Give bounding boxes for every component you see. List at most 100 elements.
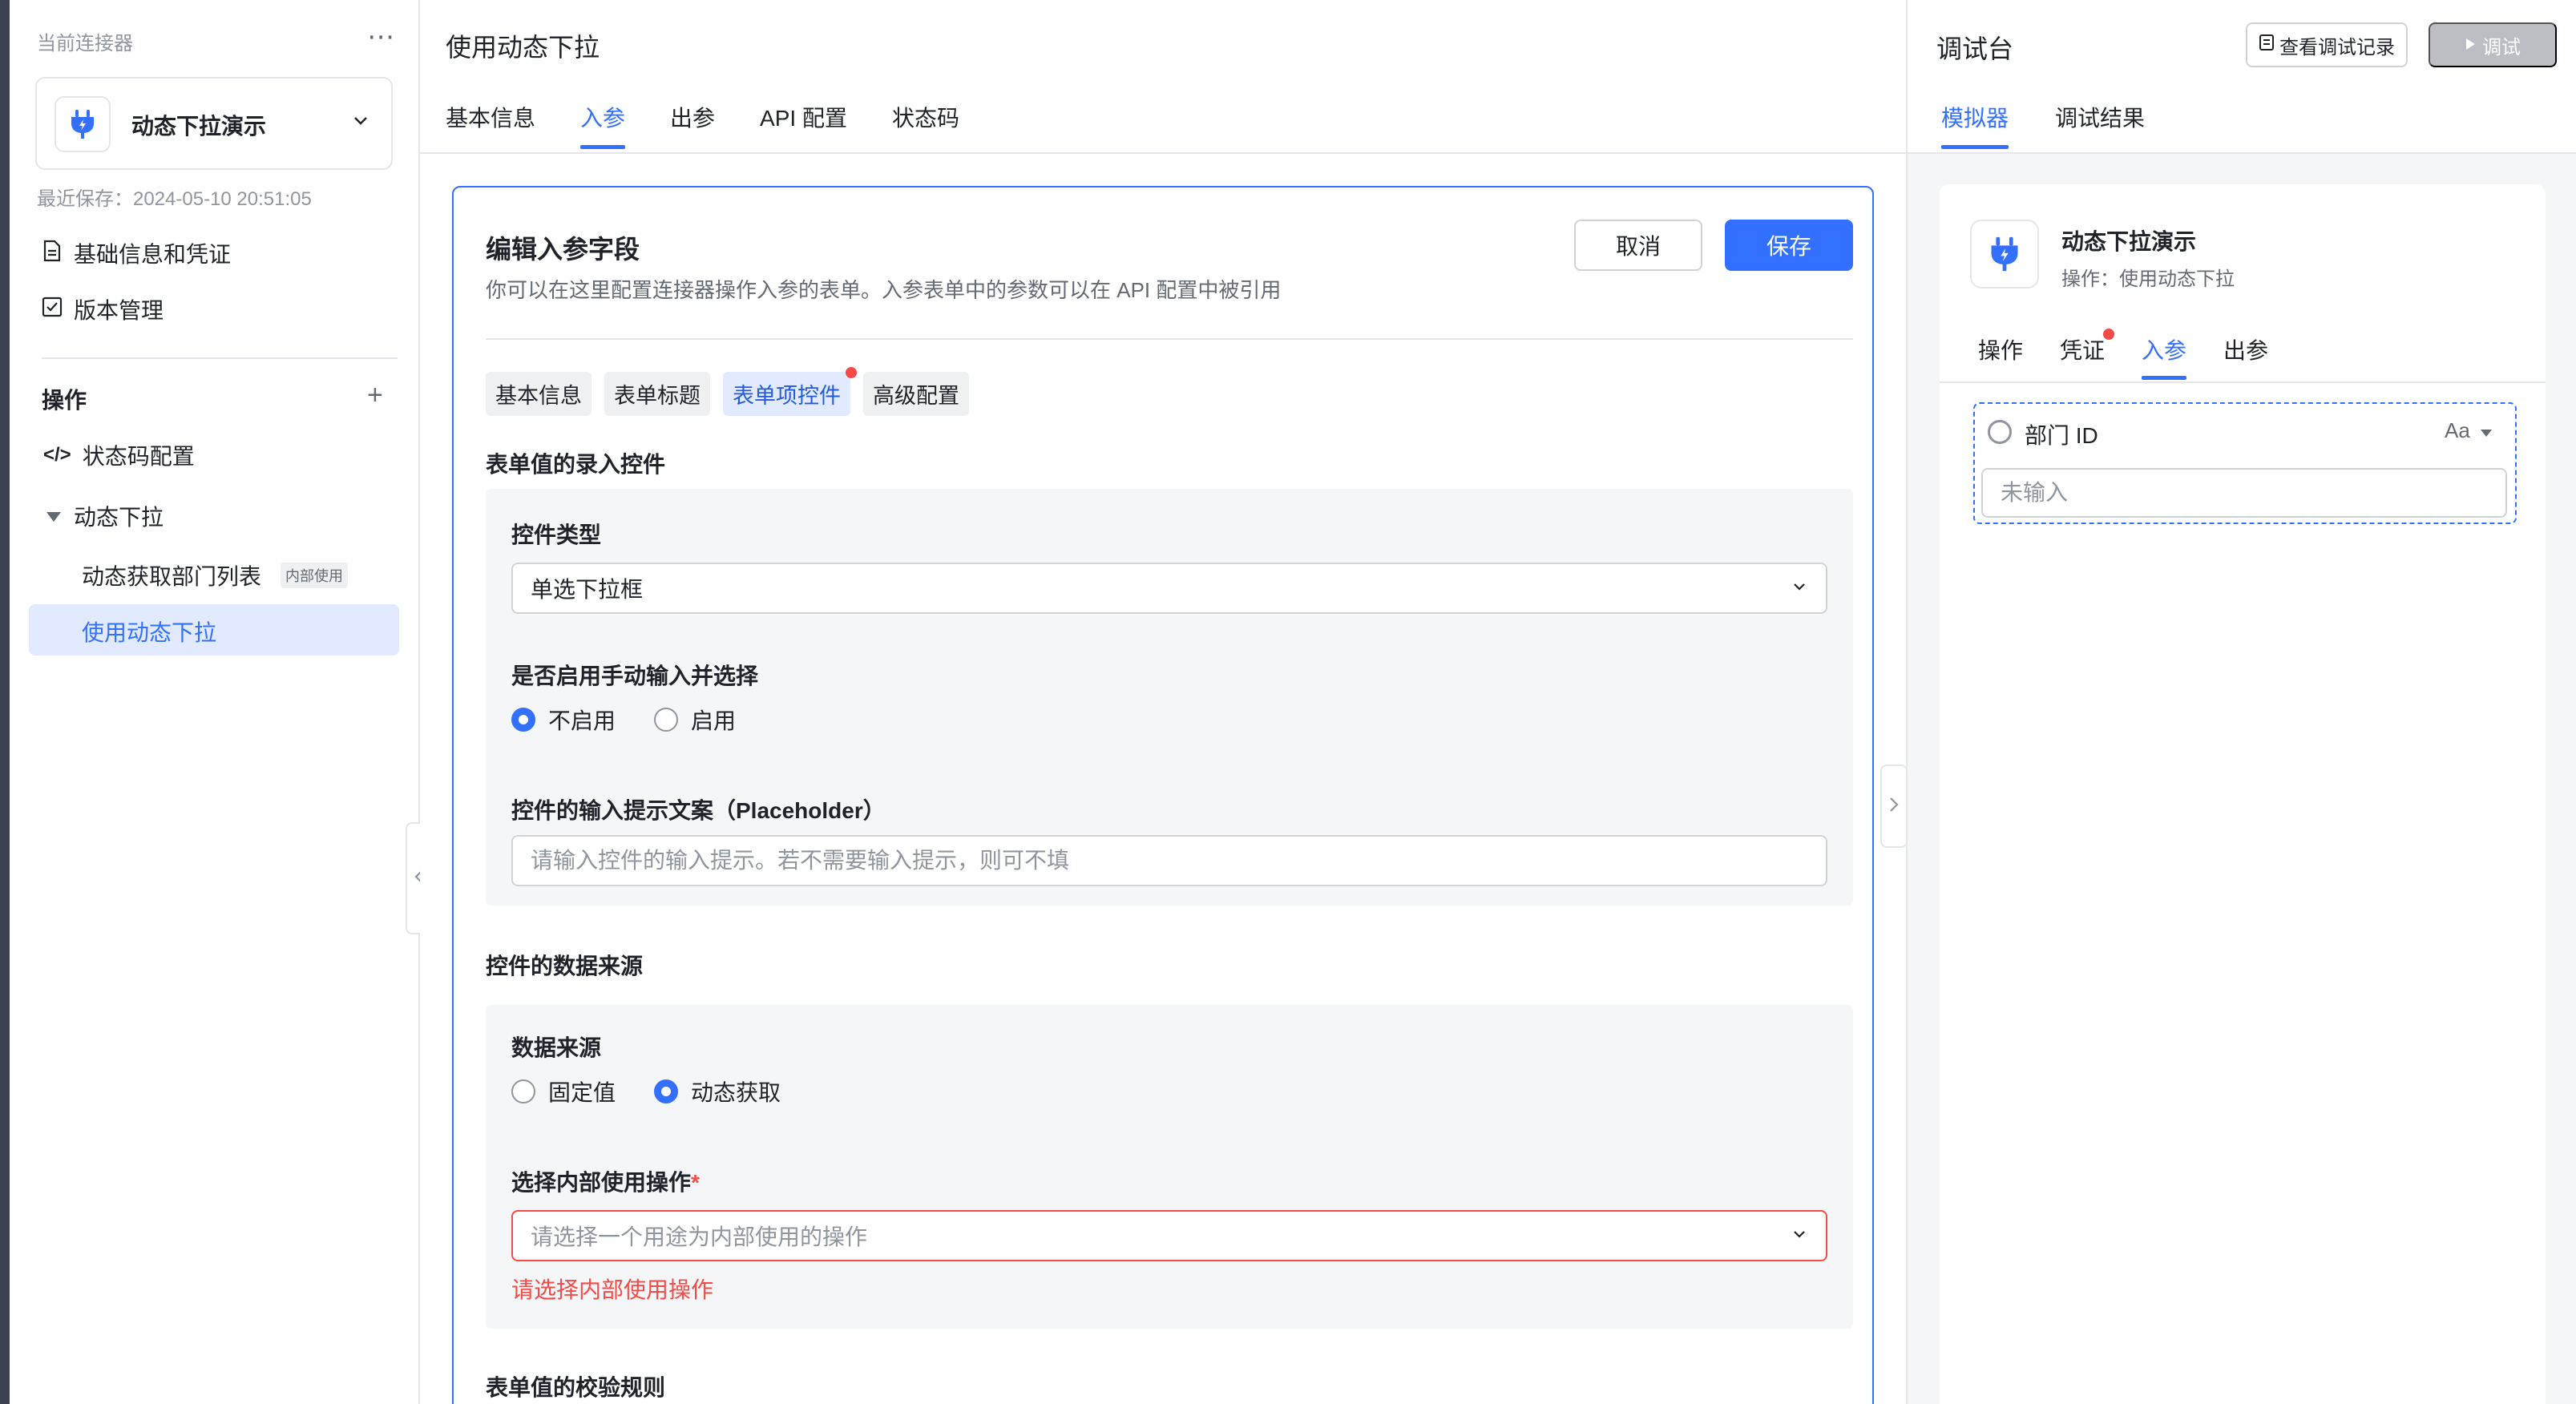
editor-description: 你可以在这里配置连接器操作入参的表单。入参表单中的参数可以在 API 配置中被引… — [486, 278, 1282, 302]
chip-form-control[interactable]: 表单项控件 — [723, 367, 857, 416]
control-panel: 控件类型 单选下拉框 是否启用手动输入并选择 不启用 启用 控件的输入提示文案（… — [486, 489, 1853, 906]
editor-chips: 基本信息 表单标题 表单项控件 高级配置 — [486, 367, 969, 416]
tab-input-params[interactable]: 入参 — [580, 101, 626, 149]
caret-down-icon — [2480, 418, 2493, 443]
sidebar-item-status-code[interactable]: </> 状态码配置 — [43, 439, 195, 471]
radio-label: 固定值 — [548, 1080, 616, 1105]
main-divider — [420, 152, 1906, 154]
data-source-section-title: 控件的数据来源 — [486, 954, 644, 978]
operations-title: 操作 — [42, 388, 87, 413]
chevron-right-icon — [1888, 796, 1900, 817]
sidebar-item-label: 动态下拉 — [74, 505, 164, 530]
radio-unchecked-icon — [654, 708, 679, 732]
placeholder-input[interactable] — [511, 835, 1827, 886]
chip-advanced[interactable]: 高级配置 — [863, 372, 969, 416]
data-source-radio-group: 固定值 动态获取 — [511, 1075, 781, 1107]
chip-form-title[interactable]: 表单标题 — [604, 372, 710, 416]
internal-operation-error: 请选择内部使用操作 — [511, 1277, 714, 1302]
editor-title: 编辑入参字段 — [486, 235, 640, 264]
required-mark: * — [691, 1170, 700, 1195]
chevron-down-icon — [1791, 575, 1808, 601]
run-debug-label: 调试 — [2482, 36, 2521, 58]
collapse-debug-handle[interactable] — [1880, 765, 1908, 848]
play-icon — [2465, 34, 2476, 56]
control-type-label: 控件类型 — [511, 522, 602, 547]
simulator-card: 动态下拉演示 操作：使用动态下拉 操作 凭证 入参 出参 部门 ID Aa — [1940, 184, 2546, 1404]
connector-selector[interactable]: 动态下拉演示 — [35, 77, 393, 170]
tab-status-code[interactable]: 状态码 — [892, 101, 959, 133]
sidebar-item-label: 使用动态下拉 — [82, 620, 217, 645]
manual-input-radio-group: 不启用 启用 — [511, 704, 736, 736]
param-value-input[interactable] — [1981, 468, 2507, 518]
tab-debug-result[interactable]: 调试结果 — [2055, 101, 2145, 133]
chevron-down-icon — [1791, 1223, 1808, 1249]
sim-tab-output[interactable]: 出参 — [2223, 333, 2268, 365]
sim-tab-label: 凭证 — [2060, 338, 2106, 363]
param-editor: 编辑入参字段 你可以在这里配置连接器操作入参的表单。入参表单中的参数可以在 AP… — [452, 186, 1874, 1404]
add-operation-icon[interactable]: + — [367, 380, 383, 411]
more-icon[interactable]: ⋯ — [367, 21, 396, 53]
internal-use-badge: 内部使用 — [281, 563, 349, 588]
history-icon — [2259, 34, 2275, 57]
data-source-panel: 数据来源 固定值 动态获取 选择内部使用操作* 请选择一个用途为内部使用的操作 … — [486, 1005, 1853, 1329]
control-section-title: 表单值的录入控件 — [486, 452, 666, 477]
warning-dot — [2103, 329, 2115, 340]
code-icon: </> — [43, 444, 71, 466]
tab-simulator[interactable]: 模拟器 — [1941, 101, 2009, 149]
unsaved-dot — [846, 367, 857, 378]
sidebar-group-dynamic-dropdown[interactable]: 动态下拉 — [45, 500, 164, 532]
tab-api-config[interactable]: API 配置 — [760, 101, 847, 133]
run-debug-button[interactable]: 调试 — [2429, 22, 2557, 67]
radio-dynamic[interactable]: 动态获取 — [654, 1075, 781, 1107]
sim-tab-input[interactable]: 入参 — [2142, 333, 2187, 380]
sidebar-item-label: 状态码配置 — [82, 444, 195, 469]
internal-operation-label-text: 选择内部使用操作 — [511, 1170, 692, 1195]
internal-operation-label: 选择内部使用操作* — [511, 1165, 700, 1197]
radio-checked-icon — [654, 1079, 679, 1103]
chip-label: 表单项控件 — [733, 384, 841, 408]
radio-unchecked-icon — [511, 1079, 535, 1103]
validation-section-title: 表单值的校验规则 — [486, 1375, 666, 1400]
simulator-divider — [1940, 381, 2546, 383]
cancel-button[interactable]: 取消 — [1574, 220, 1702, 271]
page-title: 使用动态下拉 — [446, 33, 600, 62]
view-history-label: 查看调试记录 — [2279, 36, 2395, 58]
sidebar-item-dept-list[interactable]: 动态获取部门列表 内部使用 — [82, 559, 349, 591]
sidebar: 当前连接器 ⋯ 动态下拉演示 最近保存：2024-05-10 20:51:05 … — [10, 0, 420, 1404]
sim-tab-operation[interactable]: 操作 — [1978, 333, 2023, 365]
version-icon — [42, 297, 63, 323]
plug-icon — [1970, 220, 2039, 288]
view-history-button[interactable]: 查看调试记录 — [2246, 22, 2408, 67]
save-button[interactable]: 保存 — [1725, 220, 1853, 271]
sim-tab-credential[interactable]: 凭证 — [2060, 329, 2115, 365]
control-type-select[interactable]: 单选下拉框 — [511, 563, 1827, 614]
internal-operation-select[interactable]: 请选择一个用途为内部使用的操作 — [511, 1210, 1827, 1261]
caret-down-icon — [45, 503, 63, 529]
main-content: 使用动态下拉 基本信息 入参 出参 API 配置 状态码 编辑入参字段 你可以在… — [420, 0, 1906, 1404]
radio-enable[interactable]: 启用 — [654, 704, 736, 736]
radio-label: 不启用 — [548, 708, 616, 733]
connector-name: 动态下拉演示 — [131, 114, 267, 139]
placeholder-label: 控件的输入提示文案（Placeholder） — [511, 798, 886, 823]
radio-fixed-value[interactable]: 固定值 — [511, 1075, 616, 1107]
param-field-dept-id: 部门 ID Aa — [1973, 402, 2517, 524]
param-select-radio[interactable] — [1988, 420, 2012, 444]
internal-operation-placeholder: 请选择一个用途为内部使用的操作 — [531, 1224, 868, 1249]
tab-basic-info[interactable]: 基本信息 — [446, 101, 535, 133]
manual-input-label: 是否启用手动输入并选择 — [511, 664, 759, 688]
sidebar-item-use-dropdown[interactable]: 使用动态下拉 — [29, 604, 399, 656]
simulator-area: 动态下拉演示 操作：使用动态下拉 操作 凭证 入参 出参 部门 ID Aa — [1908, 154, 2576, 1404]
window-edge — [0, 0, 10, 1404]
sidebar-item-version[interactable]: 版本管理 — [42, 293, 164, 325]
radio-disable[interactable]: 不启用 — [511, 704, 616, 736]
param-type-selector[interactable]: Aa — [2445, 418, 2493, 443]
sidebar-item-label: 基础信息和凭证 — [74, 242, 232, 267]
editor-divider — [486, 338, 1853, 340]
sidebar-item-basic-info[interactable]: 基础信息和凭证 — [42, 237, 231, 269]
debug-tabs: 模拟器 调试结果 — [1941, 101, 2145, 149]
tab-output-params[interactable]: 出参 — [670, 101, 715, 133]
sidebar-caption: 当前连接器 — [37, 33, 133, 54]
chip-basic-info[interactable]: 基本信息 — [486, 372, 592, 416]
radio-label: 动态获取 — [691, 1080, 781, 1105]
data-source-label: 数据来源 — [511, 1035, 602, 1060]
